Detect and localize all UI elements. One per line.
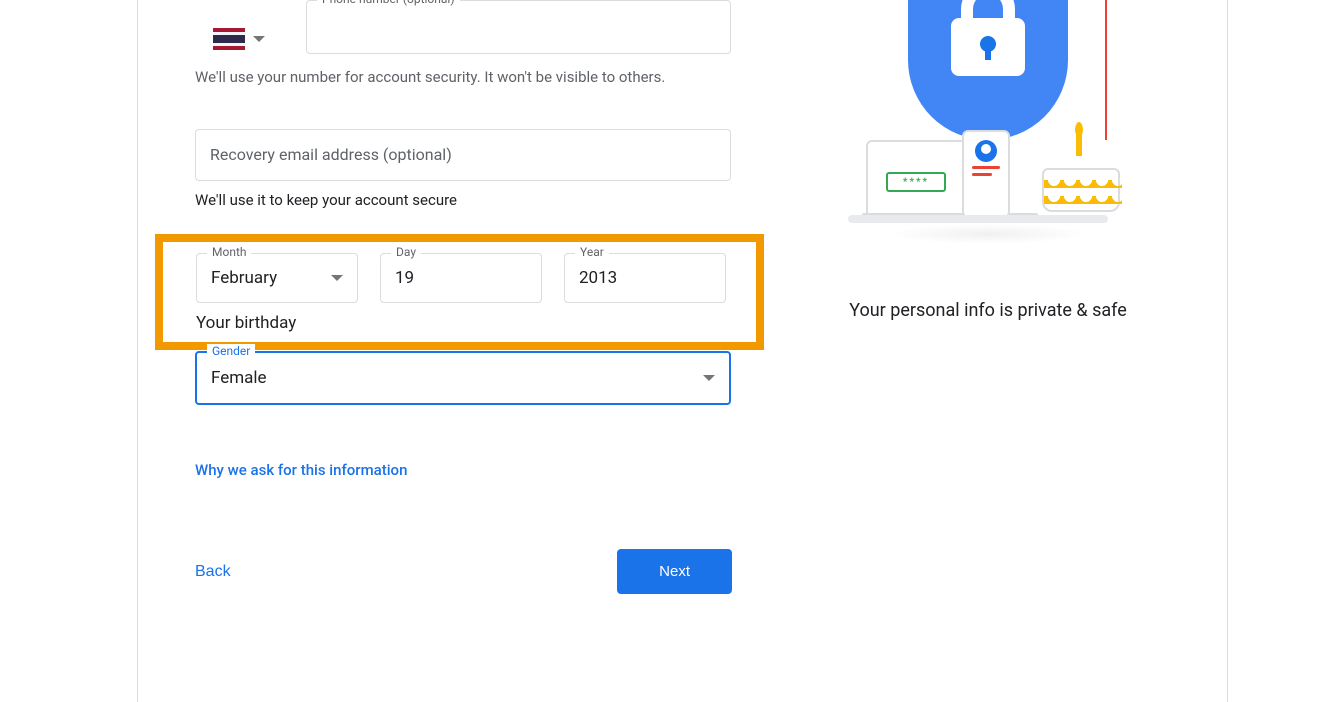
phone-icon xyxy=(962,130,1010,218)
button-row: Back Next xyxy=(195,549,732,594)
gender-block: Gender Female xyxy=(195,351,731,405)
chevron-down-icon xyxy=(331,275,343,281)
month-value: February xyxy=(211,268,277,288)
day-label: Day xyxy=(391,245,421,259)
privacy-tagline: Your personal info is private & safe xyxy=(798,300,1178,321)
why-we-ask-link[interactable]: Why we ask for this information xyxy=(195,461,731,479)
illustration-column: **** Your xyxy=(798,0,1178,321)
laptop-icon: **** xyxy=(866,140,976,215)
shield-icon xyxy=(908,0,1068,140)
signup-card: Phone number (optional) We'll use your n… xyxy=(137,0,1228,702)
phone-input[interactable] xyxy=(307,1,730,53)
gender-label: Gender xyxy=(207,344,255,358)
back-button[interactable]: Back xyxy=(195,555,231,589)
recovery-helper: We'll use it to keep your account secure xyxy=(195,189,731,212)
phone-helper: We'll use your number for account securi… xyxy=(195,66,731,89)
thailand-flag-icon xyxy=(213,28,245,50)
day-input[interactable] xyxy=(381,254,541,302)
month-label: Month xyxy=(207,245,251,259)
year-label: Year xyxy=(575,245,609,259)
recovery-input-wrapper xyxy=(195,129,731,181)
year-input-wrapper: Year xyxy=(564,253,726,303)
cake-icon xyxy=(1042,150,1120,212)
form-column: Phone number (optional) We'll use your n… xyxy=(195,0,731,594)
laptop-password-text: **** xyxy=(886,172,946,192)
phone-row: Phone number (optional) xyxy=(195,0,731,58)
gender-select-wrapper: Gender Female xyxy=(195,351,731,405)
day-input-wrapper: Day xyxy=(380,253,542,303)
recovery-block: We'll use it to keep your account secure xyxy=(195,129,731,212)
next-button[interactable]: Next xyxy=(617,549,732,594)
plate-icon xyxy=(848,215,1108,223)
month-select-wrapper: Month February xyxy=(196,253,358,303)
privacy-illustration: **** xyxy=(848,0,1128,240)
recovery-email-input[interactable] xyxy=(196,130,730,180)
year-input[interactable] xyxy=(565,254,725,302)
gender-select[interactable]: Female xyxy=(197,353,729,403)
month-select[interactable]: February xyxy=(197,254,357,302)
phone-label: Phone number (optional) xyxy=(317,0,460,6)
birthday-highlight-box: Month February Day xyxy=(155,234,764,350)
chevron-down-icon xyxy=(703,375,715,381)
phone-input-wrapper: Phone number (optional) xyxy=(306,0,731,54)
country-code-selector[interactable] xyxy=(213,28,265,50)
birthday-row: Month February Day xyxy=(196,253,723,303)
gender-value: Female xyxy=(211,368,267,388)
chevron-down-icon xyxy=(253,36,265,42)
birthday-caption: Your birthday xyxy=(196,313,723,333)
